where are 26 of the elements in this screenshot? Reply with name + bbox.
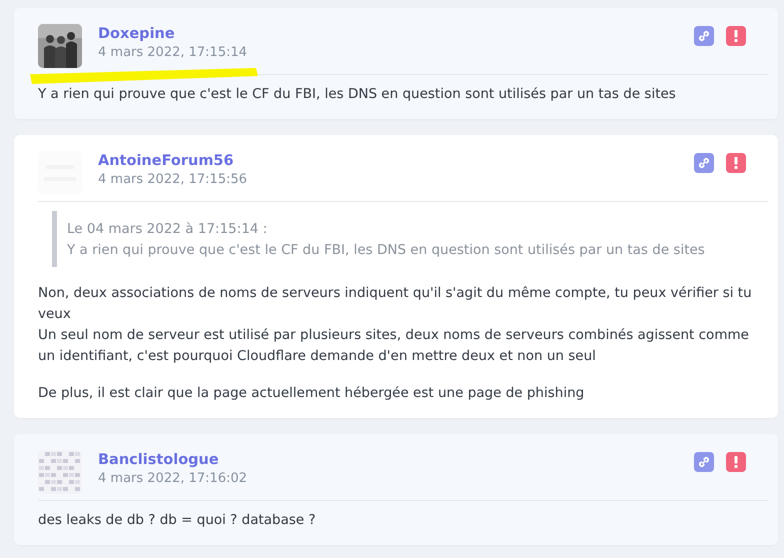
post-date: 4 mars 2022, 17:16:02	[98, 471, 248, 486]
report-button[interactable]	[726, 26, 746, 46]
author-name[interactable]: Doxepine	[98, 26, 678, 42]
exclamation-icon	[734, 30, 738, 42]
author-name[interactable]: AntoineForum56	[98, 153, 678, 169]
link-icon	[698, 456, 710, 468]
post-text: des leaks de db ? db = quoi ? database ?	[38, 511, 317, 530]
post-text: Un seul nom de serveur est utilisé par plusieurs sites, deux noms de serveurs combinés agissent comme un identifiant, c'est pourquoi Cloudflare demande d'en mettre deux et non un seul	[38, 326, 750, 366]
report-button[interactable]	[726, 153, 746, 173]
quote-text: Y a rien qui prouve que c'est le CF du FBI, les DNS en question sont utilisés par un tas de sites	[67, 241, 706, 260]
quote-header: Le 04 mars 2022 à 17:15:14 :	[67, 220, 268, 239]
report-button[interactable]	[726, 452, 746, 472]
link-button[interactable]	[694, 452, 714, 472]
exclamation-icon	[734, 456, 738, 468]
avatar-icon	[38, 450, 82, 494]
link-button[interactable]	[694, 26, 714, 46]
link-icon	[698, 30, 710, 42]
post-date: 4 mars 2022, 17:15:56	[98, 172, 248, 187]
post-date: 4 mars 2022, 17:15:14	[98, 45, 248, 60]
exclamation-icon	[734, 157, 738, 169]
post-text: Y a rien qui prouve que c'est le CF du FBI, les DNS en question sont utilisés par un tas de sites	[38, 85, 677, 104]
link-icon	[698, 157, 710, 169]
post-text: Non, deux associations de noms de serveurs indiquent qu'il s'agit du même compte, tu peux vérifier si tu veux	[38, 284, 753, 324]
post-text: De plus, il est clair que la page actuellement hébergée est une page de phishing	[38, 384, 586, 403]
author-name[interactable]: Banclistologue	[98, 452, 678, 468]
link-button[interactable]	[694, 153, 714, 173]
